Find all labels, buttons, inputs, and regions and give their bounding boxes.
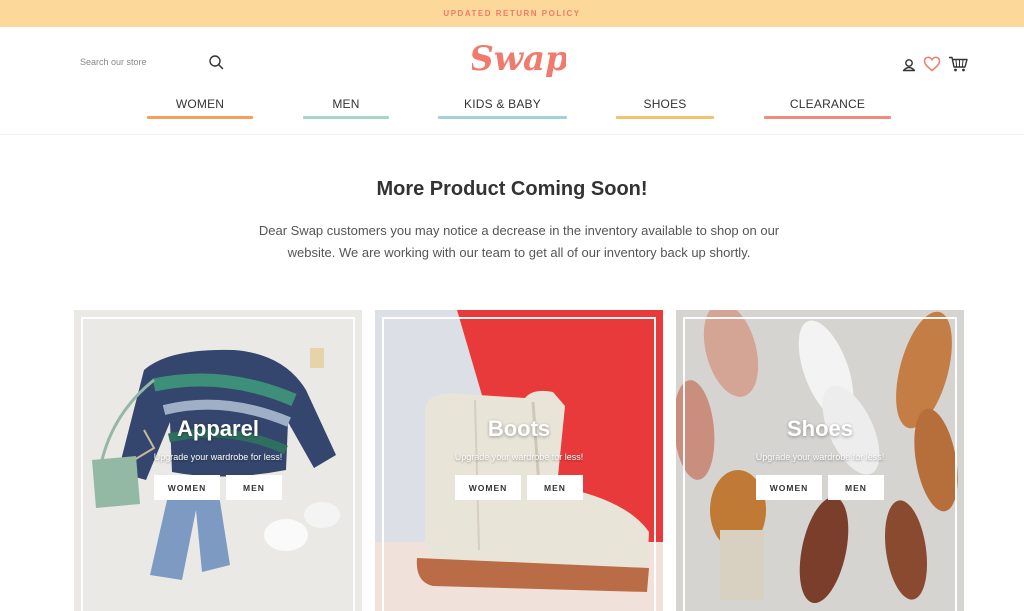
nav-item-women[interactable]: WOMEN [147, 89, 253, 119]
nav-item-kids-baby[interactable]: KIDS & BABY [438, 89, 567, 119]
swap-logo[interactable]: Swap [469, 37, 569, 83]
apparel-men-button[interactable]: MEN [226, 475, 282, 500]
nav-item-clearance[interactable]: CLEARANCE [764, 89, 891, 119]
main-nav: WOMEN MEN KIDS & BABY SHOES CLEARANCE [0, 89, 1024, 119]
svg-text:Swap: Swap [472, 39, 566, 79]
nav-item-label: CLEARANCE [789, 97, 866, 111]
card-subtitle: Upgrade your wardrobe for less! [454, 452, 584, 462]
card-frame [382, 317, 656, 611]
card-subtitle: Upgrade your wardrobe for less! [755, 452, 885, 462]
shoes-men-button[interactable]: MEN [828, 475, 884, 500]
intro-text: Dear Swap customers you may notice a dec… [258, 223, 780, 260]
announcement-bar: UPDATED RETURN POLICY [0, 0, 1024, 27]
search-icon[interactable] [208, 54, 224, 70]
return-policy-link[interactable]: UPDATED RETURN POLICY [443, 9, 580, 18]
card-frame [81, 317, 355, 611]
nav-item-label: SHOES [643, 97, 687, 111]
nav-underline [147, 116, 253, 119]
card-title: Shoes [786, 416, 854, 441]
category-card-boots[interactable]: Boots Upgrade your wardrobe for less! WO… [375, 310, 663, 611]
nav-underline [438, 116, 567, 119]
card-subtitle: Upgrade your wardrobe for less! [153, 452, 283, 462]
card-buttons: WOMEN MEN [676, 475, 964, 500]
nav-item-shoes[interactable]: SHOES [616, 89, 714, 119]
nav-item-men[interactable]: MEN [303, 89, 389, 119]
nav-underline [616, 116, 714, 119]
card-buttons: WOMEN MEN [74, 475, 362, 500]
shoes-women-button[interactable]: WOMEN [756, 475, 822, 500]
account-icon[interactable] [901, 55, 917, 73]
nav-item-label: WOMEN [175, 97, 225, 111]
category-card-apparel[interactable]: Apparel Upgrade your wardrobe for less! … [74, 310, 362, 611]
search-form [80, 51, 230, 73]
boots-women-button[interactable]: WOMEN [455, 475, 521, 500]
boots-men-button[interactable]: MEN [527, 475, 583, 500]
site-header: Swap WOMEN MEN KIDS & BABY SHOES [0, 27, 1024, 135]
nav-underline [764, 116, 891, 119]
heart-icon[interactable] [923, 55, 941, 73]
nav-underline [303, 116, 389, 119]
search-input[interactable] [80, 51, 200, 73]
card-title: Apparel [177, 416, 259, 441]
cart-icon[interactable] [948, 55, 968, 73]
nav-item-label: KIDS & BABY [464, 97, 541, 111]
card-buttons: WOMEN MEN [375, 475, 663, 500]
page-heading: More Product Coming Soon! [376, 178, 648, 200]
card-frame [683, 317, 957, 611]
category-card-shoes[interactable]: Shoes Upgrade your wardrobe for less! WO… [676, 310, 964, 611]
card-title: Boots [487, 416, 551, 441]
apparel-women-button[interactable]: WOMEN [154, 475, 220, 500]
nav-item-label: MEN [332, 97, 360, 111]
